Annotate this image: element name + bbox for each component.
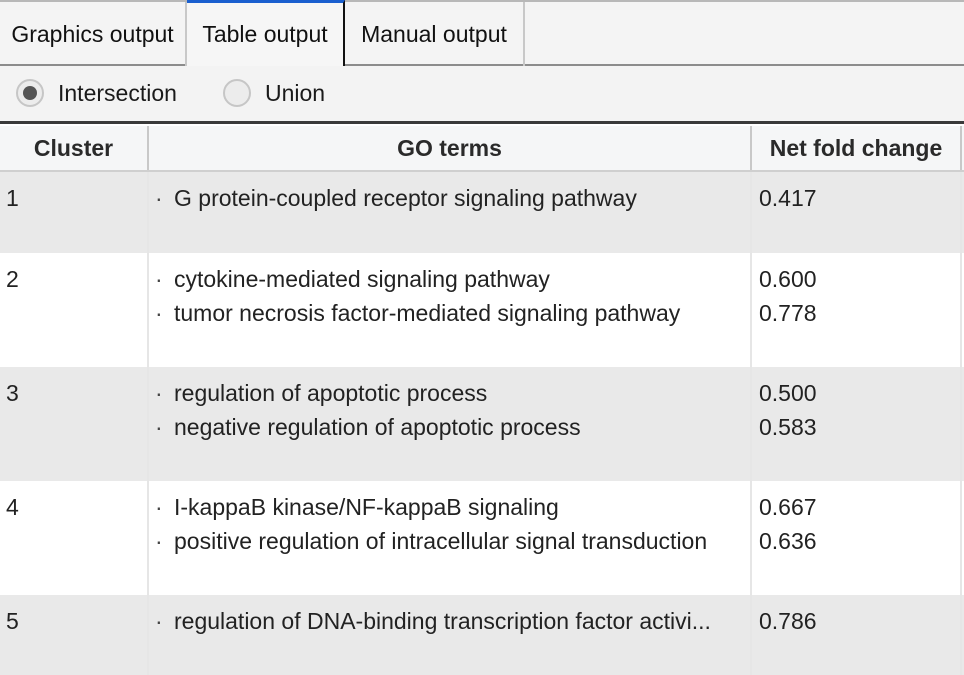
fold-change-value: 0.786 [759,608,817,634]
cell-net-fold-change: 0.500 0.583 [752,367,962,481]
table-row[interactable]: 5 · regulation of DNA-binding transcriptio… [0,595,964,675]
table-row[interactable]: 3 · regulation of apoptotic process · negati… [0,367,964,481]
table-header: Cluster GO terms Net fold change [0,126,964,173]
tab-bar: Graphics output Table output Manual outp… [0,0,964,66]
cell-net-fold-change: 0.667 0.636 [752,481,962,595]
cell-cluster: 4 [0,481,149,595]
cluster-id: 5 [6,608,19,634]
radio-label: Union [265,79,326,106]
bullet-icon: · [155,528,163,554]
go-term: · I-kappaB kinase/NF-kappaB signaling [155,493,750,527]
radio-union[interactable]: Union [223,79,325,107]
cell-cluster: 5 [0,595,149,675]
go-terms-table: Cluster GO terms Net fold change 1 · G pro… [0,124,964,675]
cluster-id: 2 [6,266,19,292]
cluster-id: 1 [6,185,19,211]
bullet-icon: · [155,608,163,634]
go-term: · G protein-coupled receptor signaling pa… [155,184,750,218]
bullet-icon: · [155,414,163,440]
cell-go-terms: · cytokine-mediated signaling pathway · tum… [149,253,752,367]
cluster-id: 4 [6,494,19,520]
table-row[interactable]: 2 · cytokine-mediated signaling pathway · tu… [0,253,964,367]
go-term-text: negative regulation of apoptotic process [174,414,581,440]
cell-go-terms: · G protein-coupled receptor signaling pa… [149,172,752,253]
cluster-id: 3 [6,380,19,406]
cell-cluster: 1 [0,172,149,253]
bullet-icon: · [155,380,163,406]
go-term: · regulation of DNA-binding transcription… [155,607,750,641]
go-term-text: positive regulation of intracellular sig… [174,528,708,554]
radio-checked-icon[interactable] [16,79,44,107]
fold-change-value: 0.667 [759,494,817,520]
radio-unchecked-icon[interactable] [223,79,251,107]
bullet-icon: · [155,300,163,326]
bullet-icon: · [155,185,163,211]
cell-go-terms: · I-kappaB kinase/NF-kappaB signaling · pos… [149,481,752,595]
fold-change-value: 0.636 [759,528,817,554]
radio-dot-icon [23,86,37,100]
fold-change-value: 0.417 [759,185,817,211]
go-term: · positive regulation of intracellular si… [155,527,750,561]
cell-go-terms: · regulation of apoptotic process · negativ… [149,367,752,481]
cell-cluster: 3 [0,367,149,481]
tab-manual-output[interactable]: Manual output [345,2,525,66]
radio-label: Intersection [58,79,177,106]
column-header-cluster[interactable]: Cluster [0,126,149,170]
go-term: · regulation of apoptotic process [155,379,750,413]
fold-change-value: 0.583 [759,414,817,440]
go-term: · negative regulation of apoptotic proces… [155,413,750,447]
cell-net-fold-change: 0.600 0.778 [752,253,962,367]
table-row[interactable]: 4 · I-kappaB kinase/NF-kappaB signaling · po… [0,481,964,595]
tab-graphics-output[interactable]: Graphics output [0,2,187,66]
go-term-text: regulation of apoptotic process [174,380,488,406]
go-term-text: cytokine-mediated signaling pathway [174,266,550,292]
mode-selector: Intersection Union [0,66,964,124]
tab-table-output[interactable]: Table output [187,0,345,66]
fold-change-value: 0.600 [759,266,817,292]
go-term-text: tumor necrosis factor-mediated signaling… [174,300,681,326]
column-header-net-fold-change[interactable]: Net fold change [752,126,962,170]
go-term: · cytokine-mediated signaling pathway [155,265,750,299]
radio-intersection[interactable]: Intersection [16,79,177,107]
go-term-text: G protein-coupled receptor signaling pat… [174,185,637,211]
table-row[interactable]: 1 · G protein-coupled receptor signaling p… [0,172,964,253]
cell-net-fold-change: 0.417 [752,172,962,253]
bullet-icon: · [155,266,163,292]
fold-change-value: 0.778 [759,300,817,326]
column-header-go-terms[interactable]: GO terms [149,126,752,170]
cell-cluster: 2 [0,253,149,367]
cell-net-fold-change: 0.786 [752,595,962,675]
go-term-text: I-kappaB kinase/NF-kappaB signaling [174,494,559,520]
go-term-text: regulation of DNA-binding transcription … [174,608,711,634]
cell-go-terms: · regulation of DNA-binding transcription… [149,595,752,675]
bullet-icon: · [155,494,163,520]
fold-change-value: 0.500 [759,380,817,406]
go-term: · tumor necrosis factor-mediated signalin… [155,299,750,333]
